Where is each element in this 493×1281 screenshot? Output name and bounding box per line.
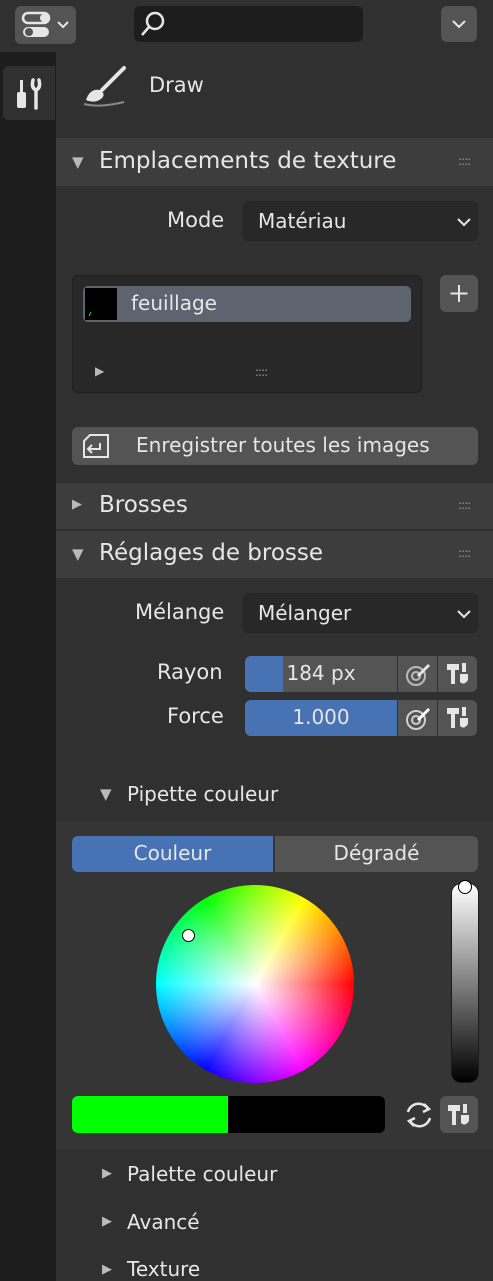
texture-slot-list: feuillage ▶ :::: — [72, 275, 422, 393]
tab-color-label: Couleur — [133, 841, 212, 865]
swap-colors-button[interactable] — [400, 1096, 438, 1133]
tool-settings-icon — [17, 78, 42, 110]
texture-header[interactable]: ▶ Texture — [56, 1248, 493, 1281]
primary-color-swatch[interactable] — [72, 1096, 228, 1133]
strength-label: Force — [167, 704, 224, 728]
list-item[interactable]: feuillage — [83, 286, 411, 322]
advanced-title: Avancé — [127, 1210, 200, 1234]
unified-paint-icon — [448, 1103, 469, 1125]
search-icon — [141, 11, 165, 36]
tab-tool-settings[interactable] — [3, 66, 55, 120]
mode-dropdown[interactable]: Matériau — [243, 201, 478, 241]
expand-triangle-icon: ▶ — [102, 1166, 112, 1181]
collapse-triangle-icon: ▼ — [72, 545, 84, 563]
unified-paint-icon — [446, 663, 468, 684]
swap-colors-icon — [406, 1102, 432, 1128]
editor-type-icon — [21, 11, 69, 37]
texture-thumbnail — [85, 288, 117, 320]
radius-slider[interactable]: 184 px — [245, 656, 397, 692]
collapse-triangle-icon: ▼ — [100, 785, 112, 803]
save-all-images-button[interactable]: Enregistrer toutes les images — [72, 427, 478, 465]
palette-title: Palette couleur — [127, 1162, 278, 1186]
slot-name: feuillage — [131, 291, 217, 315]
radius-pressure-toggle[interactable] — [398, 656, 437, 692]
secondary-color-swatch[interactable] — [228, 1096, 385, 1133]
strength-slider[interactable]: 1.000 — [245, 700, 397, 736]
save-image-icon — [83, 434, 109, 458]
unified-color-toggle[interactable] — [440, 1096, 478, 1133]
drag-grip-icon[interactable]: :::: — [458, 154, 471, 168]
radius-value: 184 px — [286, 661, 356, 685]
drag-grip-icon[interactable]: :::: — [458, 546, 471, 560]
strength-pressure-toggle[interactable] — [398, 700, 437, 736]
chevron-down-icon — [452, 20, 466, 29]
pen-pressure-icon — [405, 708, 430, 730]
expand-triangle-icon: ▶ — [72, 497, 82, 512]
brushes-title: Brosses — [99, 492, 188, 518]
tab-color[interactable]: Couleur — [72, 836, 273, 872]
chevron-down-icon — [457, 610, 471, 619]
strength-unified-toggle[interactable] — [438, 700, 477, 736]
collapse-triangle-icon: ▼ — [72, 153, 84, 171]
radius-unified-toggle[interactable] — [438, 656, 477, 692]
mode-value: Matériau — [258, 209, 347, 233]
save-all-images-label: Enregistrer toutes les images — [136, 433, 430, 457]
brushes-header[interactable]: ▶ Brosses :::: — [56, 483, 493, 529]
tool-tab-column — [0, 52, 56, 1281]
pen-pressure-icon — [405, 664, 430, 686]
value-slider-cursor[interactable] — [458, 880, 472, 894]
blend-dropdown[interactable]: Mélanger — [243, 593, 478, 633]
expand-triangle-icon: ▶ — [102, 1214, 112, 1229]
strength-value: 1.000 — [292, 705, 350, 729]
blend-label: Mélange — [135, 600, 225, 624]
plus-icon — [450, 285, 468, 302]
color-picker-header[interactable]: ▼ Pipette couleur — [56, 770, 493, 820]
texture-title: Texture — [127, 1257, 201, 1281]
tab-gradient-label: Dégradé — [333, 841, 420, 865]
drag-grip-icon[interactable]: :::: — [458, 498, 471, 512]
tool-name: Draw — [149, 73, 204, 97]
editor-type-button[interactable] — [15, 6, 76, 44]
blend-value: Mélanger — [258, 601, 352, 625]
texture-slots-title: Emplacements de texture — [99, 148, 397, 174]
brush-icon — [80, 64, 130, 108]
advanced-header[interactable]: ▶ Avancé — [56, 1200, 493, 1244]
expand-triangle-icon: ▶ — [102, 1262, 112, 1277]
color-wheel-cursor[interactable] — [182, 929, 195, 942]
tab-gradient[interactable]: Dégradé — [275, 836, 478, 872]
value-slider[interactable] — [451, 883, 479, 1083]
texture-slots-header[interactable]: ▼ Emplacements de texture :::: — [56, 138, 493, 186]
chevron-down-icon — [457, 218, 471, 227]
resize-grip-icon[interactable]: :::: — [255, 365, 268, 379]
search-input[interactable] — [134, 6, 363, 42]
palette-header[interactable]: ▶ Palette couleur — [56, 1152, 493, 1196]
color-wheel[interactable] — [156, 885, 354, 1083]
add-slot-button[interactable] — [440, 275, 478, 312]
brush-settings-header[interactable]: ▼ Réglages de brosse :::: — [56, 531, 493, 578]
options-menu-button[interactable] — [441, 6, 477, 42]
mode-label: Mode — [167, 208, 225, 232]
unified-paint-icon — [446, 707, 468, 728]
expand-triangle-icon[interactable]: ▶ — [95, 364, 104, 378]
color-picker-title: Pipette couleur — [127, 782, 279, 806]
brush-settings-title: Réglages de brosse — [99, 540, 324, 566]
radius-label: Rayon — [157, 660, 223, 684]
